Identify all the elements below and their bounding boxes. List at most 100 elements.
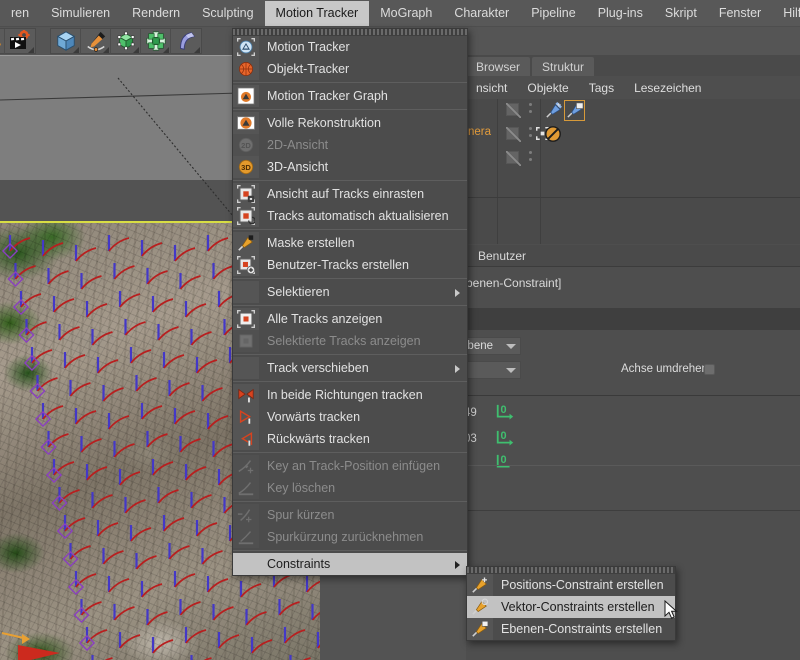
layer-dot[interactable] <box>529 103 532 106</box>
flip-axis-checkbox[interactable] <box>704 364 715 375</box>
menu-ren[interactable]: ren <box>0 1 40 26</box>
menu-item-tracks-automatisch-aktualisieren[interactable]: Tracks automatisch aktualisieren <box>233 205 467 227</box>
menu-item-motion-tracker[interactable]: Motion Tracker <box>233 36 467 58</box>
submenu-item-vektor-constraints-erstellen[interactable]: Vektor-Constraints erstellen <box>467 596 675 618</box>
disabled-tag[interactable] <box>544 125 563 144</box>
object-manager-tabs: Browser Struktur <box>466 55 800 76</box>
menu-sculpting[interactable]: Sculpting <box>191 1 264 26</box>
menu-item-track-verschieben[interactable]: Track verschieben <box>233 357 467 379</box>
tab-benutzer[interactable]: Benutzer <box>466 249 538 263</box>
menu-item-label: Objekt-Tracker <box>267 62 350 76</box>
menu-item-spur-kürzen[interactable]: Spur kürzen <box>233 504 467 526</box>
tab-struktur[interactable]: Struktur <box>532 57 595 76</box>
toolbar-button-render-settings[interactable] <box>5 29 35 54</box>
object-manager-list[interactable]: + nera <box>466 99 800 244</box>
menu-item-benutzer-tracks-erstellen[interactable]: Benutzer-Tracks erstellen <box>233 254 467 276</box>
toolbar-button-generator[interactable] <box>111 28 141 54</box>
menu-item-2d-ansicht[interactable]: 2D 2D-Ansicht <box>233 134 467 156</box>
menu-item-3d-ansicht[interactable]: 3D 3D-Ansicht <box>233 156 467 178</box>
position-constraint-icon: + <box>546 100 562 118</box>
menu-item-maske-erstellen[interactable]: Maske erstellen <box>233 232 467 254</box>
mouse-cursor <box>664 600 678 619</box>
show-all-tracks-icon <box>233 308 259 330</box>
menu-item-rückwärts-tracken[interactable]: Rückwärts tracken <box>233 428 467 450</box>
snap-view-to-tracks-icon <box>237 185 255 203</box>
menu-charakter[interactable]: Charakter <box>443 1 520 26</box>
chevron-down-icon <box>506 368 516 373</box>
menu-item-label: Ansicht auf Tracks einrasten <box>267 187 425 201</box>
toolbar-button-cube[interactable] <box>51 28 81 54</box>
menu-item-key-löschen[interactable]: Key löschen <box>233 477 467 499</box>
om-menu-tags[interactable]: Tags <box>579 81 624 95</box>
position-constraint-tag[interactable]: + <box>544 100 563 120</box>
menu-item-in-beide-richtungen-tracken[interactable]: In beide Richtungen tracken <box>233 384 467 406</box>
delete-key-icon <box>238 482 254 496</box>
full-reconstruction-icon <box>233 112 259 134</box>
toolbar-group-render <box>0 28 36 54</box>
menu-item-motion-tracker-graph[interactable]: Motion Tracker Graph <box>233 85 467 107</box>
menu-simulieren[interactable]: Simulieren <box>40 1 121 26</box>
submenu-item-ebenen-constraints-erstellen[interactable]: Ebenen-Constraints erstellen <box>467 618 675 640</box>
menu-item-selektierte-tracks-anzeigen[interactable]: Selektierte Tracks anzeigen <box>233 330 467 352</box>
menu-item-label: In beide Richtungen tracken <box>267 388 423 402</box>
tab-browser[interactable]: Browser <box>466 57 531 76</box>
visibility-toggle[interactable] <box>506 151 521 166</box>
menu-item-objekt-tracker[interactable]: Objekt-Tracker <box>233 58 467 80</box>
submenu-item-positions-constraint-erstellen[interactable]: Positions-Constraint erstellen <box>467 574 675 596</box>
layer-dot[interactable] <box>529 127 532 130</box>
table-row[interactable] <box>466 147 800 169</box>
menu-tearoff-strip[interactable] <box>233 29 467 36</box>
submenu-tearoff-strip[interactable] <box>467 567 675 574</box>
layer-dot[interactable] <box>529 151 532 154</box>
blank-icon <box>233 357 259 379</box>
om-menu-lesezeichen[interactable]: Lesezeichen <box>624 81 711 95</box>
menu-item-constraints[interactable]: Constraints <box>233 553 467 575</box>
visibility-toggle[interactable] <box>506 103 521 118</box>
om-menu-objekte[interactable]: Objekte <box>517 81 578 95</box>
om-menu-nsicht[interactable]: nsicht <box>466 81 517 95</box>
menu-item-key-an-track-position-einfügen[interactable]: Key an Track-Position einfügen <box>233 455 467 477</box>
toolbar-corner-marker <box>73 46 79 53</box>
application-window: ren Simulieren Rendern Sculpting Motion Trac… <box>0 0 800 660</box>
menu-skript[interactable]: Skript <box>654 1 708 26</box>
motion-tracker-dropdown[interactable]: Motion Tracker Objekt-Tracker Motion Track… <box>232 28 468 576</box>
view-2d-icon: 2D <box>233 134 259 156</box>
object-manager-menu: nsicht Objekte Tags Lesezeichen <box>466 76 800 99</box>
panel-divider <box>466 266 800 267</box>
table-row[interactable]: nera <box>466 123 800 145</box>
menu-plug-ins[interactable]: Plug-ins <box>587 1 654 26</box>
visibility-toggle[interactable] <box>506 127 521 142</box>
snap-view-to-tracks-icon <box>233 183 259 205</box>
menu-item-label: Selektierte Tracks anzeigen <box>267 334 421 348</box>
menu-separator <box>233 452 467 453</box>
table-row[interactable]: + <box>466 99 800 121</box>
menu-fenster[interactable]: Fenster <box>708 1 772 26</box>
constraints-submenu[interactable]: Positions-Constraint erstellen Vektor-Con… <box>466 566 676 641</box>
menu-pipeline[interactable]: Pipeline <box>520 1 586 26</box>
blank-icon <box>233 281 259 303</box>
show-selected-tracks-icon <box>239 334 253 348</box>
menu-item-volle-rekonstruktion[interactable]: Volle Rekonstruktion <box>233 112 467 134</box>
toolbar-button-spline-pen[interactable] <box>81 28 111 54</box>
layer-dot[interactable] <box>529 158 532 161</box>
menu-hilfe[interactable]: Hilfe <box>772 1 800 26</box>
plane-constraint-icon <box>467 618 493 640</box>
menu-item-vorwärts-tracken[interactable]: Vorwärts tracken <box>233 406 467 428</box>
track-both-directions-icon <box>238 388 254 403</box>
menu-item-selektieren[interactable]: Selektieren <box>233 281 467 303</box>
layer-dot[interactable] <box>529 134 532 137</box>
toolbar-button-deformer[interactable] <box>141 28 171 54</box>
plane-constraint-icon <box>567 102 584 118</box>
plane-constraint-tag[interactable] <box>564 100 585 121</box>
layer-dot[interactable] <box>529 110 532 113</box>
menu-item-spurkürzung-zurücknehmen[interactable]: Spurkürzung zurücknehmen <box>233 526 467 548</box>
toolbar-button-bend[interactable] <box>171 29 201 54</box>
menu-motion-tracker[interactable]: Motion Tracker <box>264 0 370 26</box>
menu-separator <box>233 501 467 502</box>
main-menu-bar: ren Simulieren Rendern Sculpting Motion Trac… <box>0 0 800 27</box>
menu-mograph[interactable]: MoGraph <box>369 1 443 26</box>
menu-item-alle-tracks-anzeigen[interactable]: Alle Tracks anzeigen <box>233 308 467 330</box>
menu-item-ansicht-auf-tracks-einrasten[interactable]: Ansicht auf Tracks einrasten <box>233 183 467 205</box>
menu-rendern[interactable]: Rendern <box>121 1 191 26</box>
show-selected-tracks-icon <box>233 330 259 352</box>
